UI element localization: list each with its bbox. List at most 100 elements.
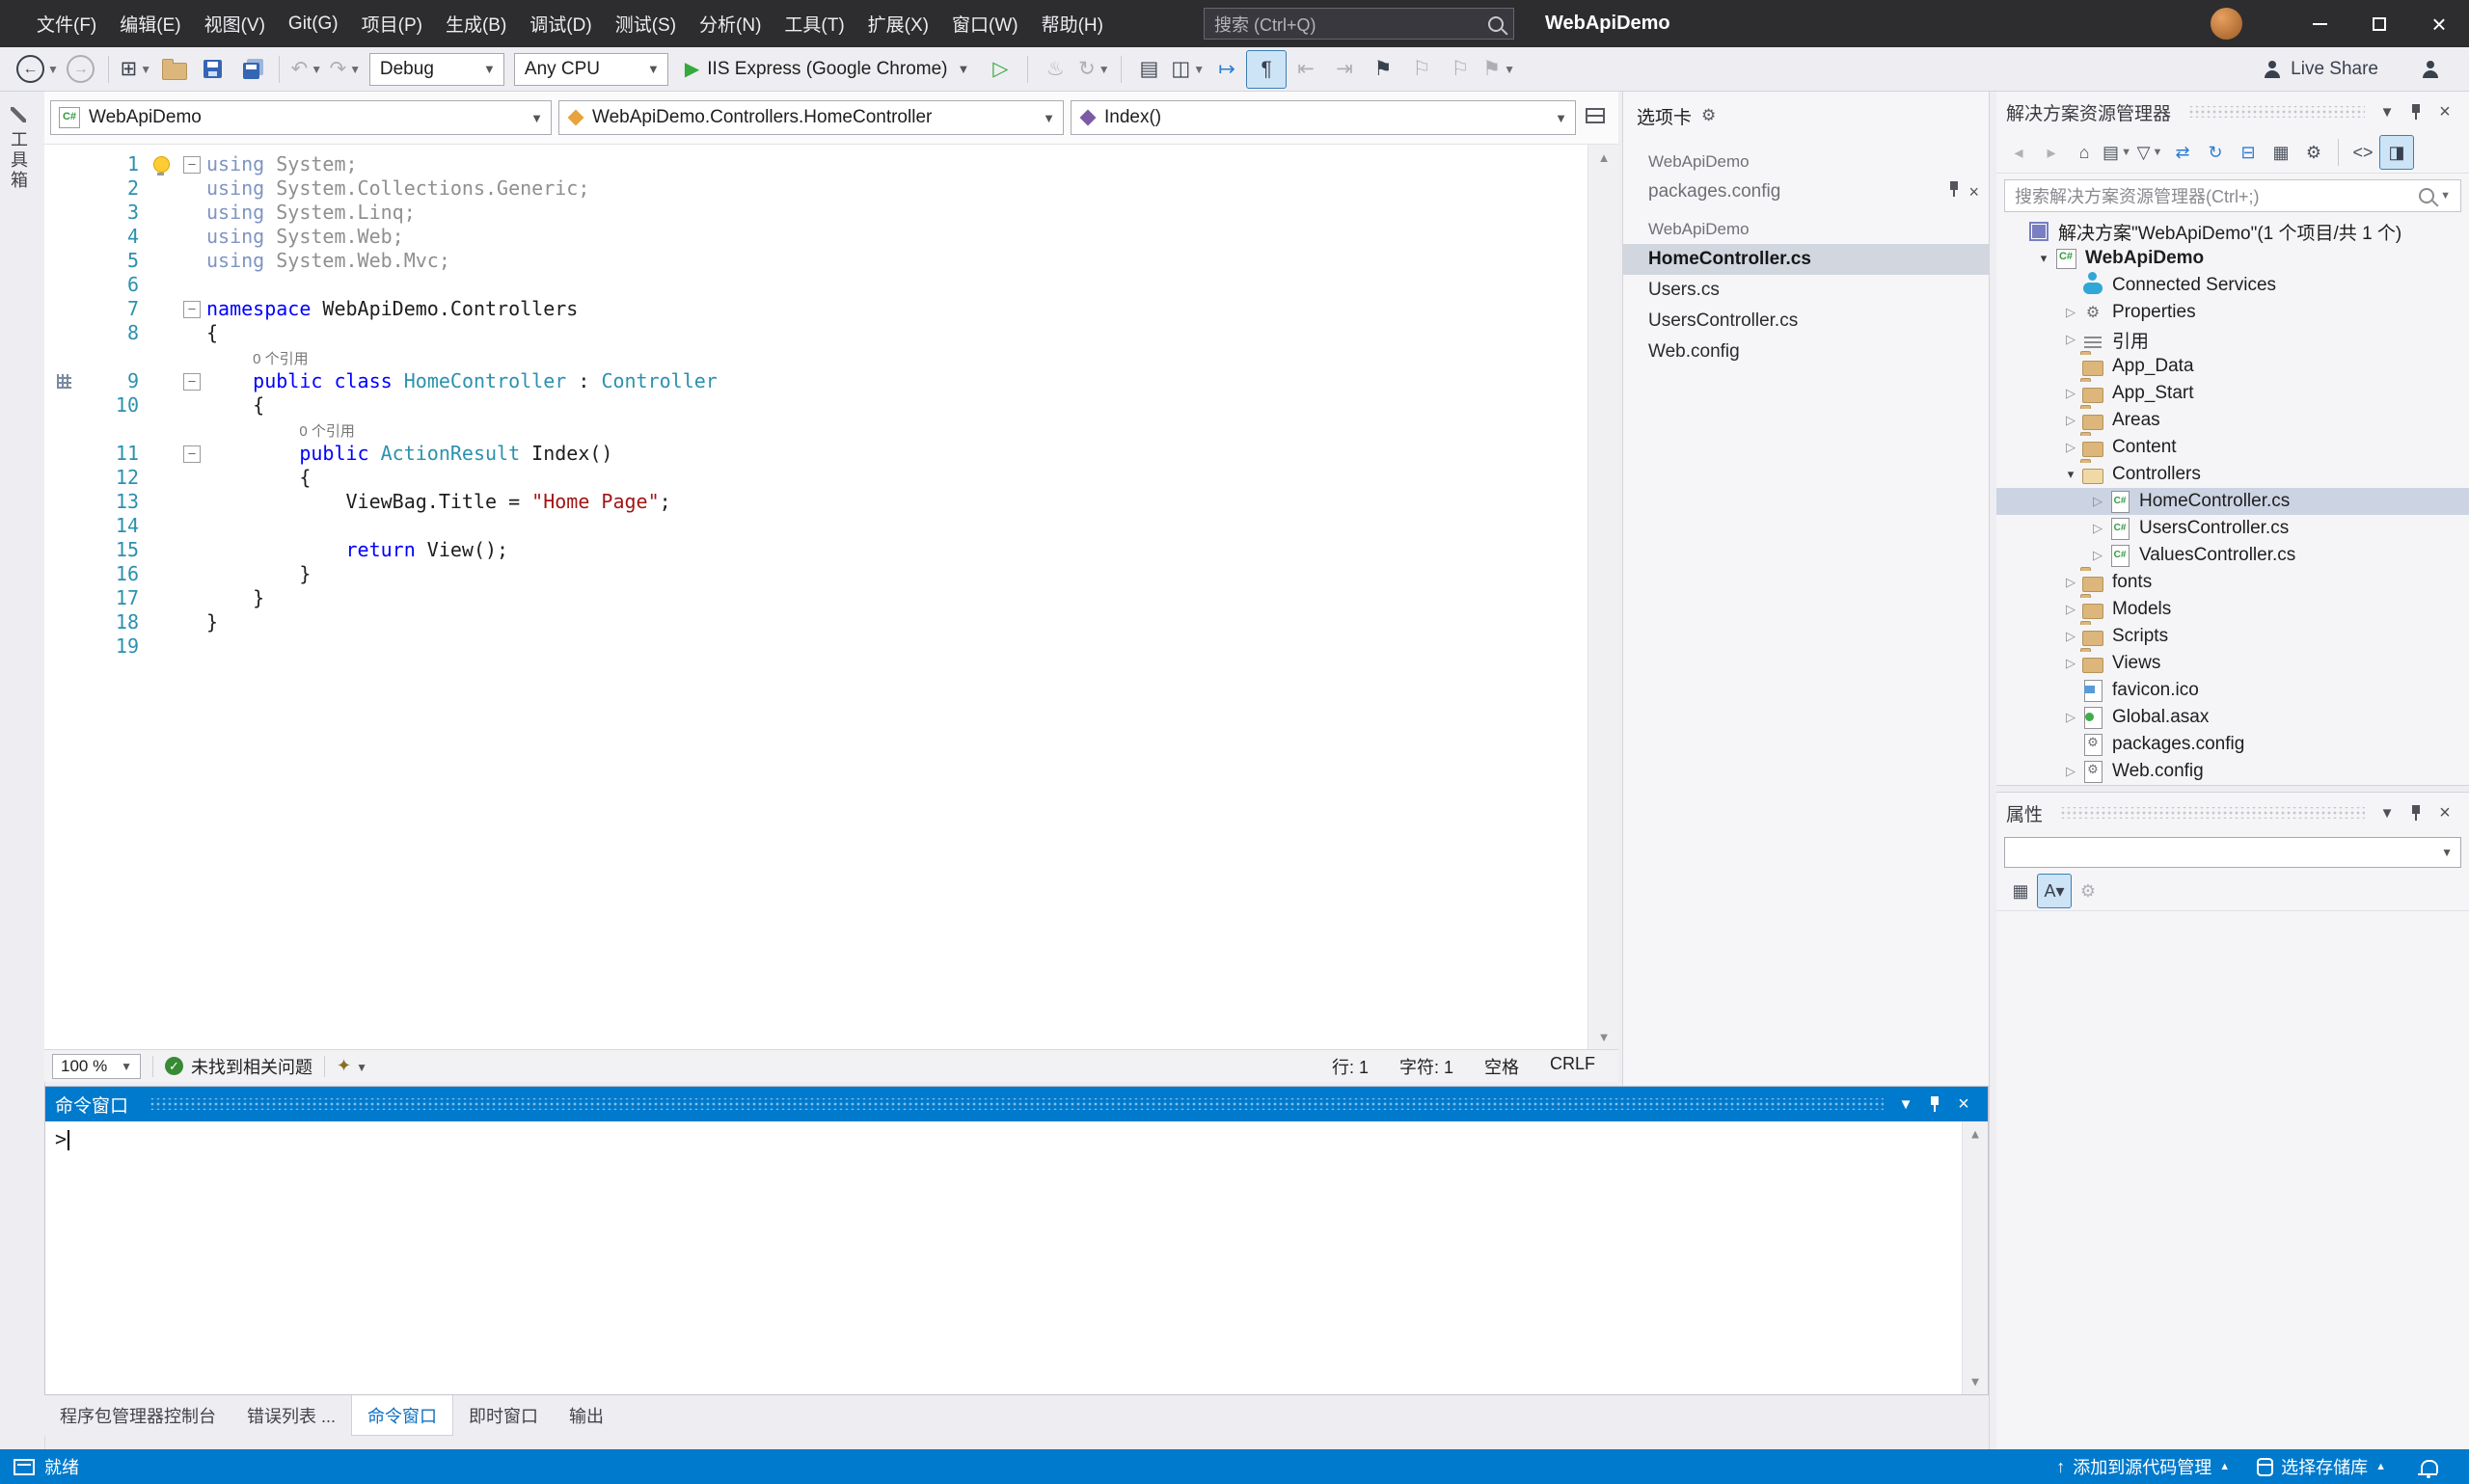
- tree-item[interactable]: ▷Content: [1996, 434, 2469, 461]
- editor-scrollbar[interactable]: ▲ ▼: [1587, 145, 1619, 1049]
- code-line[interactable]: 14: [44, 514, 1587, 538]
- code-line[interactable]: 11– public ActionResult Index(): [44, 442, 1587, 466]
- document-tab[interactable]: packages.config×: [1623, 176, 1989, 207]
- show-all-files-icon[interactable]: ▦: [2265, 136, 2297, 169]
- code-line[interactable]: 1–using System;: [44, 152, 1587, 176]
- document-tab[interactable]: Web.config: [1623, 337, 1989, 367]
- tree-item[interactable]: ▷ValuesController.cs: [1996, 542, 2469, 569]
- zoom-dropdown[interactable]: 100 % ▼: [52, 1054, 141, 1079]
- expander-right-icon[interactable]: ▷: [2087, 548, 2108, 563]
- navigate-to-icon[interactable]: ↦: [1207, 51, 1246, 88]
- horizontal-splitter[interactable]: [1996, 785, 2469, 793]
- expander-right-icon[interactable]: ▷: [2087, 521, 2108, 536]
- expander-right-icon[interactable]: ▷: [2060, 656, 2081, 671]
- type-dropdown[interactable]: WebApiDemo.Controllers.HomeController ▼: [558, 100, 1064, 135]
- pending-changes-filter-icon[interactable]: ▽▼: [2133, 136, 2166, 169]
- command-scrollbar[interactable]: ▲ ▼: [1962, 1121, 1988, 1394]
- expander-right-icon[interactable]: ▷: [2060, 575, 2081, 590]
- collapse-region-icon[interactable]: –: [183, 373, 201, 391]
- command-input-area[interactable]: > ▲ ▼: [45, 1121, 1988, 1394]
- previous-bookmark-icon[interactable]: ⚐: [1402, 51, 1441, 88]
- tree-item[interactable]: ▾Controllers: [1996, 461, 2469, 488]
- menu-item[interactable]: 文件(F): [25, 0, 108, 47]
- add-to-source-control-button[interactable]: ↑ 添加到源代码管理 ▲: [2043, 1449, 2243, 1484]
- tree-item[interactable]: ▷Areas: [1996, 407, 2469, 434]
- switch-views-icon[interactable]: ▤▼: [2101, 136, 2133, 169]
- split-window-icon[interactable]: ◫▼: [1168, 51, 1207, 88]
- close-document-icon[interactable]: ×: [1968, 183, 1979, 201]
- code-line[interactable]: 19: [44, 634, 1587, 659]
- expander-right-icon[interactable]: ▷: [2060, 332, 2081, 347]
- gear-icon[interactable]: ⚙: [1701, 106, 1716, 125]
- tree-item[interactable]: App_Data: [1996, 353, 2469, 380]
- menu-item[interactable]: 调试(D): [518, 0, 603, 47]
- code-line[interactable]: 8{: [44, 321, 1587, 345]
- minimize-button[interactable]: [2290, 0, 2349, 47]
- properties-icon[interactable]: ⚙: [2297, 136, 2330, 169]
- back-icon[interactable]: ◂: [2002, 136, 2035, 169]
- send-feedback-button[interactable]: [2411, 51, 2450, 88]
- code-line[interactable]: 5using System.Web.Mvc;: [44, 249, 1587, 273]
- tree-item[interactable]: Connected Services: [1996, 272, 2469, 299]
- code-line[interactable]: 9– public class HomeController : Control…: [44, 369, 1587, 393]
- close-panel-button[interactable]: ×: [1949, 1091, 1978, 1118]
- code-line[interactable]: 10 {: [44, 393, 1587, 418]
- undo-icon[interactable]: ↶▼: [287, 51, 326, 88]
- close-button[interactable]: ×: [2409, 0, 2469, 47]
- tree-item[interactable]: ▾WebApiDemo: [1996, 245, 2469, 272]
- code-line[interactable]: 18}: [44, 610, 1587, 634]
- menu-item[interactable]: 测试(S): [604, 0, 688, 47]
- preview-selected-items-icon[interactable]: ◨: [2379, 135, 2414, 170]
- menu-item[interactable]: 帮助(H): [1030, 0, 1115, 47]
- pin-button[interactable]: [1920, 1091, 1949, 1118]
- tree-item[interactable]: ▷Web.config: [1996, 758, 2469, 785]
- start-without-debugging-icon[interactable]: ▷: [981, 51, 1019, 88]
- window-position-button[interactable]: ▼: [2373, 98, 2401, 125]
- code-line[interactable]: 16 }: [44, 562, 1587, 586]
- menu-item[interactable]: Git(G): [277, 0, 350, 47]
- open-folder-icon[interactable]: [155, 51, 194, 88]
- menu-item[interactable]: 项目(P): [350, 0, 434, 47]
- menu-item[interactable]: 生成(B): [434, 0, 518, 47]
- increase-indent-icon[interactable]: ⇥: [1325, 51, 1364, 88]
- navigate-forward-icon[interactable]: →: [62, 51, 100, 88]
- sync-with-active-document-icon[interactable]: ⇄: [2166, 136, 2199, 169]
- select-repository-button[interactable]: 选择存储库 ▲: [2243, 1449, 2400, 1484]
- char-indicator[interactable]: 字符: 1: [1384, 1054, 1469, 1079]
- close-panel-button[interactable]: ×: [2430, 799, 2459, 826]
- tree-item[interactable]: ▷App_Start: [1996, 380, 2469, 407]
- scroll-up-icon[interactable]: ▲: [1963, 1121, 1988, 1147]
- expander-right-icon[interactable]: ▷: [2060, 413, 2081, 428]
- code-editor[interactable]: 1–using System;2using System.Collections…: [44, 145, 1587, 1049]
- tree-item[interactable]: ▷UsersController.cs: [1996, 515, 2469, 542]
- tree-item[interactable]: favicon.ico: [1996, 677, 2469, 704]
- restart-app-icon[interactable]: ↻▼: [1074, 51, 1113, 88]
- collapse-region-icon[interactable]: –: [183, 301, 201, 318]
- forward-icon[interactable]: ▸: [2035, 136, 2068, 169]
- code-line[interactable]: 13 ViewBag.Title = "Home Page";: [44, 490, 1587, 514]
- expander-right-icon[interactable]: ▷: [2060, 710, 2081, 725]
- code-line[interactable]: 3using System.Linq;: [44, 201, 1587, 225]
- next-bookmark-icon[interactable]: ⚐: [1441, 51, 1479, 88]
- collapse-all-icon[interactable]: ⊟: [2232, 136, 2265, 169]
- properties-object-dropdown[interactable]: ▼: [2004, 837, 2461, 868]
- collapse-region-icon[interactable]: –: [183, 156, 201, 174]
- document-tab[interactable]: HomeController.cs: [1623, 244, 1989, 275]
- categorized-icon[interactable]: ▦: [2004, 875, 2037, 907]
- add-item-icon[interactable]: ⊞▼: [117, 51, 155, 88]
- menu-item[interactable]: 扩展(X): [856, 0, 940, 47]
- tree-item[interactable]: ▷fonts: [1996, 569, 2469, 596]
- find-in-files-icon[interactable]: ▤: [1129, 51, 1168, 88]
- menu-item[interactable]: 分析(N): [688, 0, 773, 47]
- expander-right-icon[interactable]: ▷: [2060, 629, 2081, 644]
- property-pages-icon[interactable]: ⚙: [2072, 875, 2104, 907]
- panel-tab[interactable]: 输出: [554, 1395, 619, 1436]
- navigate-back-icon[interactable]: ←▼: [14, 51, 62, 88]
- code-line[interactable]: 0 个引用: [44, 345, 1587, 369]
- notifications-button[interactable]: [2400, 1449, 2459, 1484]
- home-icon[interactable]: ⌂: [2068, 136, 2101, 169]
- code-line[interactable]: 2using System.Collections.Generic;: [44, 176, 1587, 201]
- hot-reload-icon[interactable]: ♨: [1036, 51, 1074, 88]
- expander-down-icon[interactable]: ▾: [2033, 251, 2054, 266]
- keep-open-button[interactable]: [1949, 181, 1959, 203]
